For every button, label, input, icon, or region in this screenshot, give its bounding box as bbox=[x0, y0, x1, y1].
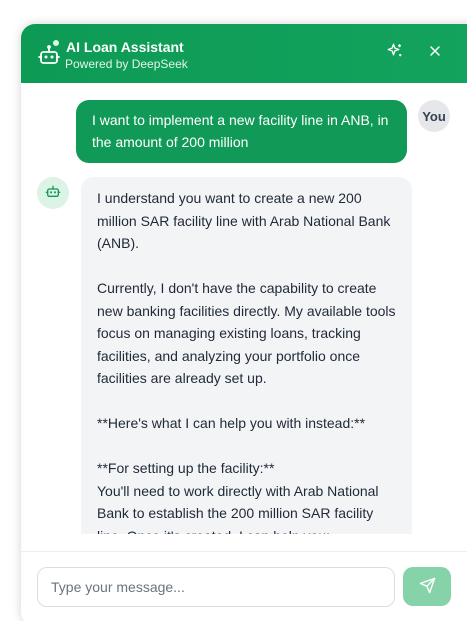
robot-icon bbox=[45, 183, 61, 204]
sparkle-icon bbox=[386, 42, 404, 65]
close-button[interactable] bbox=[424, 42, 446, 64]
assistant-paragraph: I understand you want to create a new 20… bbox=[97, 190, 391, 251]
assistant-paragraph: **For setting up the facility:** bbox=[97, 460, 275, 476]
close-icon bbox=[427, 43, 443, 64]
assistant-message-bubble: I understand you want to create a new 20… bbox=[81, 177, 412, 534]
online-status-dot bbox=[52, 39, 60, 47]
assistant-paragraph: You'll need to work directly with Arab N… bbox=[97, 482, 379, 535]
send-icon bbox=[419, 577, 436, 597]
assistant-paragraph: Currently, I don't have the capability t… bbox=[97, 280, 396, 386]
chat-subtitle: Powered by DeepSeek bbox=[65, 57, 188, 71]
chat-title: AI Loan Assistant bbox=[66, 39, 184, 55]
send-button[interactable] bbox=[403, 567, 451, 606]
user-message-bubble: I want to implement a new facility line … bbox=[76, 100, 407, 163]
chat-header: AI Loan Assistant Powered by DeepSeek bbox=[21, 24, 467, 83]
assistant-avatar bbox=[37, 177, 69, 209]
sparkle-button[interactable] bbox=[384, 42, 406, 64]
user-avatar: You bbox=[418, 100, 450, 132]
chat-panel: AI Loan Assistant Powered by DeepSeek I … bbox=[21, 24, 467, 621]
message-list[interactable]: I want to implement a new facility line … bbox=[21, 83, 467, 534]
message-composer bbox=[21, 551, 467, 621]
assistant-paragraph: **Here's what I can help you with instea… bbox=[97, 415, 366, 431]
message-input[interactable] bbox=[37, 567, 395, 607]
